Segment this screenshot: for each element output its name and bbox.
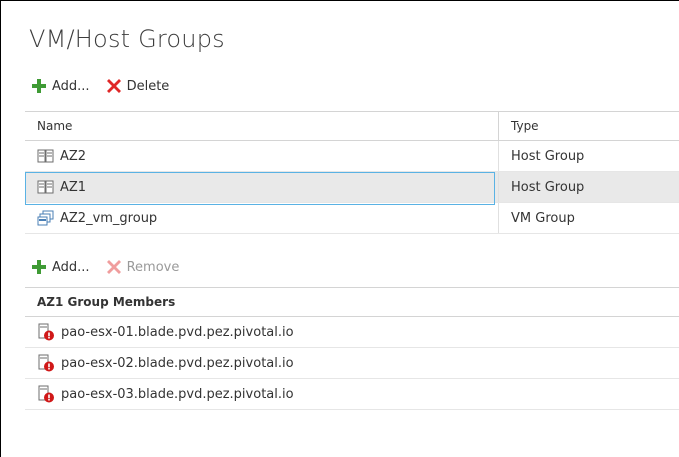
member-host-name: pao-esx-02.blade.pvd.pez.pivotal.io bbox=[61, 355, 294, 371]
list-item[interactable]: pao-esx-03.blade.pvd.pez.pivotal.io bbox=[25, 379, 679, 410]
host-error-icon bbox=[37, 323, 55, 341]
group-type: Host Group bbox=[511, 148, 585, 164]
remove-member-label: Remove bbox=[126, 259, 180, 275]
group-name: AZ2 bbox=[60, 148, 87, 164]
list-item[interactable]: pao-esx-01.blade.pvd.pez.pivotal.io bbox=[25, 317, 679, 348]
host-group-icon bbox=[37, 148, 55, 164]
delete-group-label: Delete bbox=[126, 78, 170, 94]
groups-toolbar: Add... Delete bbox=[31, 75, 185, 97]
host-error-icon bbox=[37, 354, 55, 372]
table-row[interactable]: AZ1 Host Group bbox=[25, 172, 679, 205]
list-item[interactable]: pao-esx-02.blade.pvd.pez.pivotal.io bbox=[25, 348, 679, 379]
column-header-name[interactable]: Name bbox=[25, 112, 499, 140]
members-toolbar: Add... Remove bbox=[31, 256, 195, 278]
add-group-label: Add... bbox=[52, 78, 90, 94]
column-header-type[interactable]: Type bbox=[499, 112, 539, 140]
page-title: VM/Host Groups bbox=[29, 25, 225, 53]
members-table: AZ1 Group Members pao-esx-01.blade.pvd.p… bbox=[25, 287, 679, 410]
group-name: AZ2_vm_group bbox=[60, 210, 158, 226]
member-host-name: pao-esx-03.blade.pvd.pez.pivotal.io bbox=[61, 386, 294, 402]
plus-icon bbox=[31, 78, 47, 94]
vm-group-icon bbox=[37, 210, 55, 226]
groups-table-header: Name Type bbox=[25, 112, 679, 141]
host-group-icon bbox=[37, 179, 55, 195]
groups-table: Name Type AZ2 Host Group AZ1 Host Group … bbox=[25, 111, 679, 234]
add-member-button[interactable]: Add... bbox=[31, 259, 90, 275]
add-group-button[interactable]: Add... bbox=[31, 78, 90, 94]
group-type: VM Group bbox=[511, 210, 575, 226]
member-host-name: pao-esx-01.blade.pvd.pez.pivotal.io bbox=[61, 324, 294, 340]
host-error-icon bbox=[37, 385, 55, 403]
table-row[interactable]: AZ2_vm_group VM Group bbox=[25, 203, 679, 234]
group-type: Host Group bbox=[511, 179, 585, 195]
table-row[interactable]: AZ2 Host Group bbox=[25, 141, 679, 172]
delete-group-button[interactable]: Delete bbox=[106, 78, 170, 94]
vm-host-groups-panel: VM/Host Groups Add... Delete Name Type A… bbox=[0, 0, 679, 457]
plus-icon bbox=[31, 259, 47, 275]
x-icon bbox=[106, 78, 122, 94]
x-icon bbox=[106, 259, 122, 275]
members-table-header: AZ1 Group Members bbox=[25, 288, 679, 317]
remove-member-button[interactable]: Remove bbox=[106, 259, 180, 275]
group-name: AZ1 bbox=[60, 179, 87, 195]
add-member-label: Add... bbox=[52, 259, 90, 275]
